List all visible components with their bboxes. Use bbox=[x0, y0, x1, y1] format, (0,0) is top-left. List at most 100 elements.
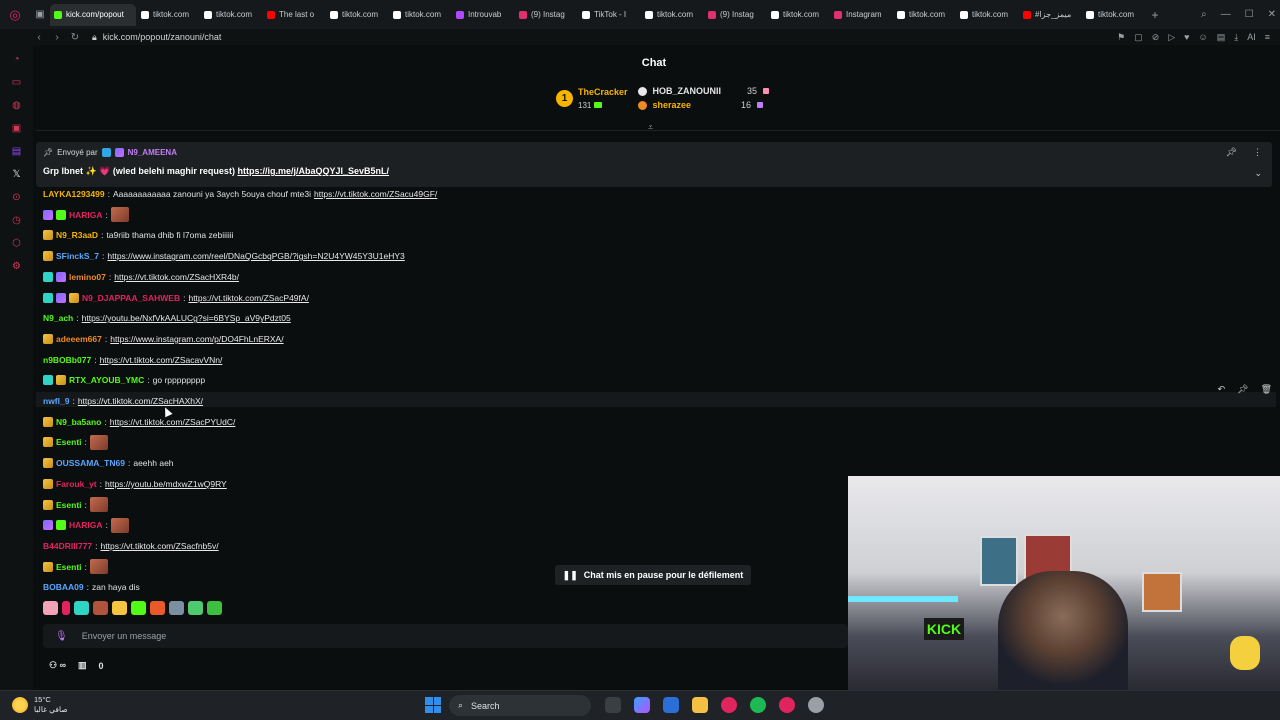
chat-username[interactable]: Esenti bbox=[56, 500, 82, 510]
leaderboard-row[interactable]: sherazee 16 bbox=[637, 100, 770, 110]
twitch-icon[interactable]: ▤ bbox=[11, 145, 23, 157]
chat-input-box[interactable]: 🎙︎ bbox=[43, 624, 848, 648]
heart-icon[interactable]: ♥ bbox=[1184, 32, 1189, 42]
chat-message[interactable]: SFinckS_7: https://www.instagram.com/reel… bbox=[43, 249, 405, 263]
chat-message[interactable]: B44DRIII777: https://vt.tiktok.com/ZSacfn… bbox=[43, 539, 219, 553]
pin-message-icon[interactable]: 📌︎ bbox=[1237, 384, 1248, 395]
ai-button[interactable]: AI bbox=[1247, 32, 1256, 42]
chat-link[interactable]: https://vt.tiktok.com/ZSacHXR4b/ bbox=[114, 272, 239, 282]
emote-icon[interactable] bbox=[150, 601, 165, 615]
file-explorer-icon[interactable] bbox=[692, 697, 708, 713]
microphone-icon[interactable]: 🎙︎ bbox=[55, 631, 68, 642]
chat-username[interactable]: Esenti bbox=[56, 437, 82, 447]
opera-logo-icon[interactable]: ◎ bbox=[0, 0, 30, 29]
minimize-icon[interactable]: — bbox=[1221, 9, 1231, 20]
new-tab-button[interactable]: + bbox=[1145, 8, 1165, 22]
chat-emote[interactable] bbox=[110, 517, 129, 533]
bookmark-icon[interactable]: ⚑ bbox=[1117, 32, 1125, 43]
chat-message[interactable]: OUSSAMA_TN69: aeehh aeh bbox=[43, 456, 174, 470]
chat-username[interactable]: SFinckS_7 bbox=[56, 251, 99, 261]
chevron-down-icon[interactable]: ⩡ bbox=[648, 122, 653, 133]
chat-username[interactable]: RTX_AYOUB_YMC bbox=[69, 375, 144, 385]
pinned-sender[interactable]: N9_AMEENA bbox=[128, 148, 177, 157]
chat-message[interactable]: N9_ach: https://youtu.be/NxfVkAALUCg?si=6… bbox=[43, 311, 291, 325]
block-icon[interactable]: ⊘ bbox=[1152, 32, 1160, 43]
chat-message[interactable]: BOBAA09: zan haya dis bbox=[43, 580, 140, 594]
chat-message[interactable]: Esenti: bbox=[43, 497, 108, 512]
chat-message[interactable]: LAYKA1293499: Aaaaaaaaaaaa zanouni ya 3ay… bbox=[43, 187, 437, 201]
chat-emote[interactable] bbox=[89, 497, 108, 512]
browser-tab[interactable]: tiktok.com bbox=[389, 4, 451, 26]
chat-link[interactable]: https://www.instagram.com/p/DO4FhLnERXA/ bbox=[110, 334, 283, 344]
pinned-link[interactable]: https://ig.me/j/AbaQQYJl_SevB5nL/ bbox=[237, 166, 389, 176]
chat-message[interactable]: nwfl_9: https://vt.tiktok.com/ZSacHAXhX/ bbox=[43, 394, 203, 408]
more-options-icon[interactable]: ⋮ bbox=[1253, 147, 1262, 158]
chat-link[interactable]: https://youtu.be/mdxwZ1wQ9RY bbox=[105, 479, 227, 489]
opera-gx-icon[interactable] bbox=[721, 697, 737, 713]
taskbar-search[interactable]: ⌕ Search bbox=[449, 695, 591, 716]
back-icon[interactable]: ‹ bbox=[30, 32, 48, 43]
chat-username[interactable]: LAYKA1293499 bbox=[43, 189, 105, 199]
chat-message[interactable]: n9BOBb077: https://vt.tiktok.com/ZSacavVN… bbox=[43, 353, 222, 367]
chat-message[interactable]: N9_DJAPPAA_SAHWEB: https://vt.tiktok.com/… bbox=[43, 291, 309, 305]
start-button-icon[interactable] bbox=[425, 697, 441, 713]
tab-menu-icon[interactable]: ▣ bbox=[30, 0, 50, 29]
chat-username[interactable]: N9_R3aaD bbox=[56, 230, 98, 240]
chat-link[interactable]: https://youtu.be/NxfVkAALUCg?si=6BYSp_aV… bbox=[82, 313, 291, 323]
games-icon[interactable]: ◍ bbox=[11, 99, 23, 111]
forward-icon[interactable]: › bbox=[48, 32, 66, 43]
weather-widget[interactable]: 15°C صافي غالبا bbox=[12, 695, 68, 715]
delete-icon[interactable]: 🗑︎ bbox=[1261, 384, 1272, 395]
extensions-icon[interactable]: ▤ bbox=[1217, 32, 1226, 43]
chat-username[interactable]: Esenti bbox=[56, 562, 82, 572]
chat-username[interactable]: OUSSAMA_TN69 bbox=[56, 458, 125, 468]
emote-icon[interactable] bbox=[74, 601, 89, 615]
browser-tab[interactable]: kick.com/popout bbox=[50, 3, 136, 26]
maximize-icon[interactable]: ☐ bbox=[1245, 9, 1254, 20]
browser-tab[interactable]: Introuvab bbox=[452, 4, 514, 26]
chat-username[interactable]: HARIGA bbox=[69, 210, 103, 220]
x-icon[interactable]: 𝕏 bbox=[11, 168, 23, 180]
emote-icon[interactable] bbox=[169, 601, 184, 615]
browser-tab[interactable]: TikTok - I bbox=[578, 4, 640, 26]
emote-icon[interactable] bbox=[62, 601, 70, 615]
chat-message[interactable]: HARIGA: bbox=[43, 207, 129, 223]
chat-username[interactable]: N9_ach bbox=[43, 313, 73, 323]
chat-message[interactable]: HARIGA: bbox=[43, 517, 129, 533]
chat-message[interactable]: Esenti: bbox=[43, 559, 108, 575]
chat-message[interactable]: RTX_AYOUB_YMC: go rpppppppp bbox=[43, 373, 205, 387]
shopping-icon[interactable]: ▭ bbox=[11, 76, 23, 88]
browser-tab[interactable]: #ميمز_جزا bbox=[1019, 4, 1081, 26]
chat-emote[interactable] bbox=[89, 559, 108, 575]
cube-icon[interactable]: ⬡ bbox=[11, 237, 23, 249]
browser-tab[interactable]: tiktok.com bbox=[200, 4, 262, 26]
chat-username[interactable]: N9_ba5ano bbox=[56, 417, 101, 427]
chat-link[interactable]: https://vt.tiktok.com/ZSacfnb5v/ bbox=[101, 541, 219, 551]
chat-username[interactable]: nwfl_9 bbox=[43, 396, 69, 406]
close-window-icon[interactable]: ✕ bbox=[1268, 9, 1276, 20]
player-icon[interactable]: ⊙ bbox=[11, 191, 23, 203]
chat-username[interactable]: n9BOBb077 bbox=[43, 355, 91, 365]
browser-tab[interactable]: (9) Instag bbox=[704, 4, 766, 26]
reload-icon[interactable]: ↻ bbox=[66, 32, 84, 43]
store-icon[interactable] bbox=[663, 697, 679, 713]
browser-tab[interactable]: tiktok.com bbox=[326, 4, 388, 26]
chat-paused-banner[interactable]: ❚❚ Chat mis en pause pour le défilement bbox=[555, 565, 751, 585]
browser-tab[interactable]: Instagram bbox=[830, 4, 892, 26]
message-input[interactable] bbox=[81, 631, 682, 641]
chat-emote[interactable] bbox=[89, 434, 108, 450]
copilot-icon[interactable] bbox=[634, 697, 650, 713]
aria-icon[interactable]: ◔ bbox=[11, 53, 23, 65]
chat-message[interactable]: Farouk_yt: https://youtu.be/mdxwZ1wQ9RY bbox=[43, 477, 227, 491]
app-icon[interactable] bbox=[808, 697, 824, 713]
browser-tab[interactable]: tiktok.com bbox=[1082, 4, 1144, 26]
spotify-icon[interactable] bbox=[750, 697, 766, 713]
emote-icon[interactable] bbox=[43, 601, 58, 615]
browser-tab[interactable]: tiktok.com bbox=[641, 4, 703, 26]
browser-tab[interactable]: (9) Instag bbox=[515, 4, 577, 26]
chat-link[interactable]: https://vt.tiktok.com/ZSacPYUdC/ bbox=[110, 417, 236, 427]
emote-icon[interactable] bbox=[93, 601, 108, 615]
chat-username[interactable]: Farouk_yt bbox=[56, 479, 97, 489]
emoji-tools-icon[interactable]: ⚇ ∞ bbox=[49, 660, 66, 671]
chat-message[interactable]: N9_R3aaD: ta9riib thama dhib fi l7oma zeb… bbox=[43, 228, 234, 242]
